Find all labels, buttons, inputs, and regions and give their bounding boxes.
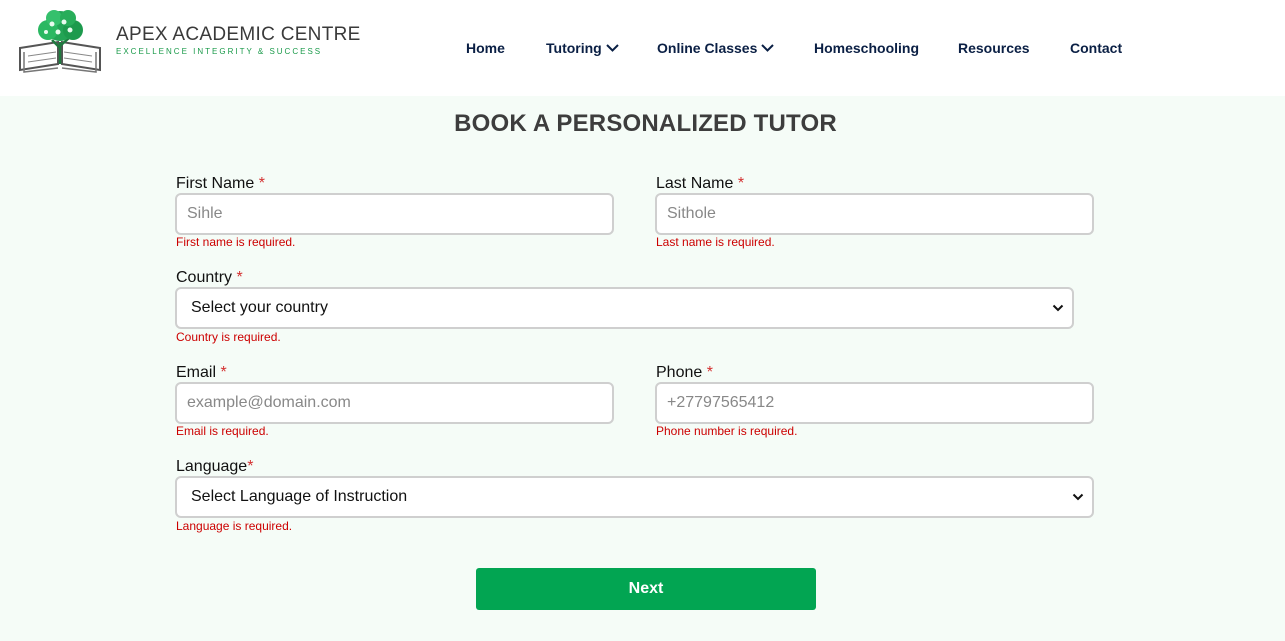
email-error: Email is required.: [176, 424, 269, 438]
language-label-text: Language: [176, 458, 248, 475]
nav-contact[interactable]: Contact: [1070, 39, 1122, 57]
country-select-value: Select your country: [191, 299, 328, 316]
chevron-down-icon: [761, 44, 775, 52]
country-error: Country is required.: [176, 330, 281, 344]
first-name-error: First name is required.: [176, 235, 296, 249]
required-marker: *: [220, 364, 227, 381]
first-name-label: First Name *: [176, 175, 265, 193]
last-name-input[interactable]: [655, 193, 1094, 235]
phone-label: Phone *: [656, 364, 713, 382]
nav-resources[interactable]: Resources: [958, 39, 1030, 57]
required-marker: *: [236, 269, 243, 286]
first-name-label-text: First Name: [176, 175, 255, 192]
country-label-text: Country: [176, 269, 233, 286]
required-marker: *: [258, 175, 265, 192]
email-label-text: Email: [176, 364, 217, 381]
language-select-value: Select Language of Instruction: [191, 488, 408, 505]
next-button[interactable]: Next: [476, 568, 816, 610]
nav-online-classes[interactable]: Online Classes: [657, 39, 775, 57]
chevron-down-icon: [1072, 493, 1084, 501]
email-input[interactable]: [175, 382, 614, 424]
required-marker: *: [706, 364, 713, 381]
last-name-label: Last Name *: [656, 175, 744, 193]
nav-homeschooling-label: Homeschooling: [814, 40, 920, 56]
nav-tutoring-label: Tutoring: [546, 40, 602, 56]
email-label: Email *: [176, 364, 227, 382]
nav-home-label: Home: [466, 40, 505, 56]
page-title: BOOK A PERSONALIZED TUTOR: [454, 110, 837, 137]
nav-online-classes-label: Online Classes: [657, 40, 758, 56]
site-header: APEX ACADEMIC CENTRE EXCELLENCE INTEGRIT…: [0, 0, 1285, 96]
chevron-down-icon: [1052, 304, 1064, 312]
language-label: Language*: [176, 458, 253, 476]
phone-error: Phone number is required.: [656, 424, 798, 438]
phone-input[interactable]: [655, 382, 1094, 424]
nav-home[interactable]: Home: [466, 39, 505, 57]
nav-tutoring[interactable]: Tutoring: [546, 39, 619, 57]
last-name-label-text: Last Name: [656, 175, 734, 192]
phone-label-text: Phone: [656, 364, 703, 381]
required-marker: *: [247, 458, 254, 475]
nav-resources-label: Resources: [958, 40, 1030, 56]
country-select[interactable]: Select your country: [175, 287, 1074, 329]
required-marker: *: [737, 175, 745, 192]
language-select[interactable]: Select Language of Instruction: [175, 476, 1094, 518]
chevron-down-icon: [606, 44, 619, 52]
language-error: Language is required.: [176, 519, 293, 533]
nav-contact-label: Contact: [1070, 40, 1123, 56]
main-nav: Home Tutoring Online Classes Homeschooli…: [0, 39, 1285, 57]
last-name-error: Last name is required.: [656, 235, 775, 249]
country-label: Country *: [176, 269, 243, 287]
first-name-input[interactable]: [175, 193, 614, 235]
nav-homeschooling[interactable]: Homeschooling: [814, 39, 919, 57]
